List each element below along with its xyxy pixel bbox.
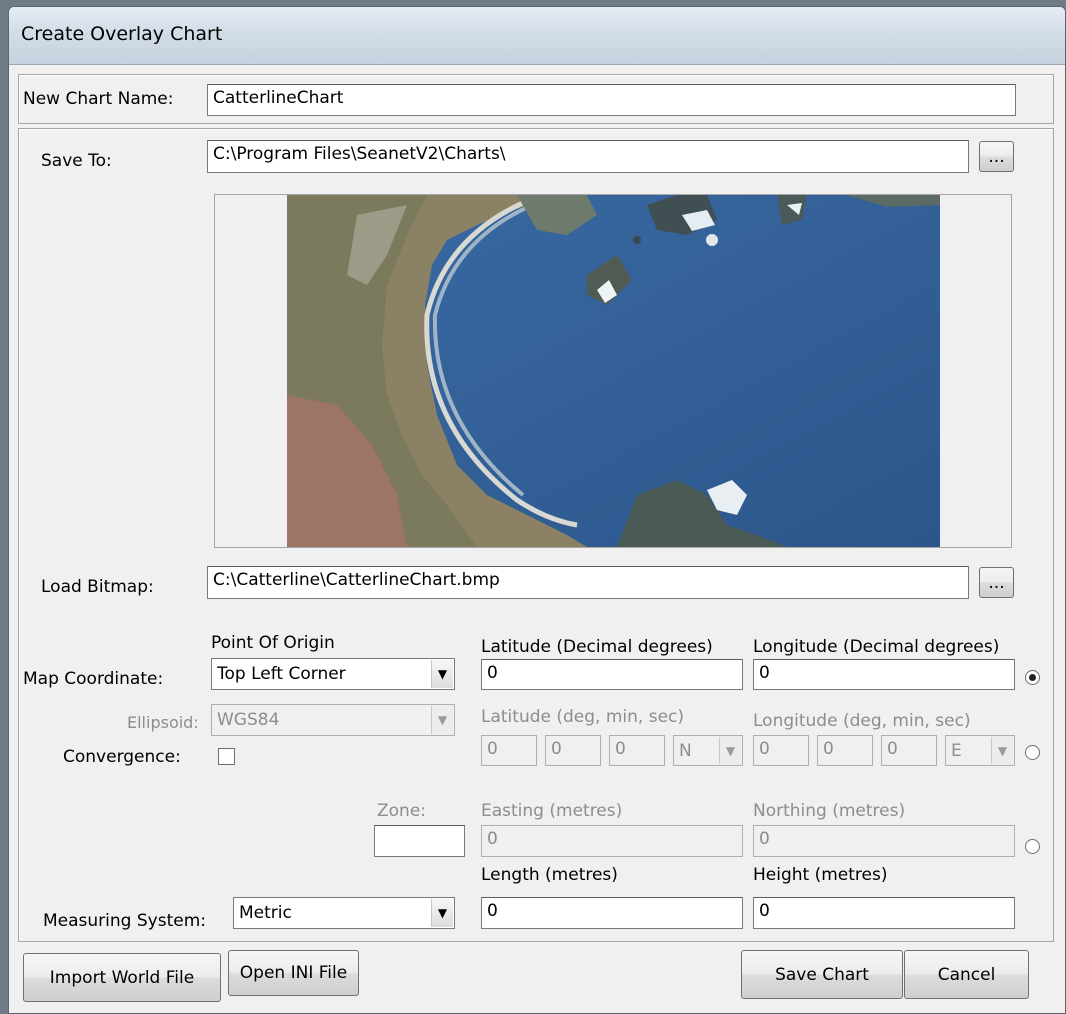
length-header: Length (metres) <box>481 865 618 885</box>
length-input[interactable]: 0 <box>481 897 743 929</box>
zone-input[interactable] <box>374 825 465 857</box>
save-to-label: Save To: <box>41 151 112 171</box>
cancel-label: Cancel <box>937 964 996 985</box>
lat-min-input[interactable]: 0 <box>545 735 601 766</box>
window-title: Create Overlay Chart <box>21 23 223 45</box>
longitude-decimal-input[interactable]: 0 <box>753 659 1015 690</box>
latitude-decimal-header: Latitude (Decimal degrees) <box>481 637 713 657</box>
lon-hemisphere-value: E <box>951 741 962 761</box>
chevron-down-icon: ▼ <box>431 660 453 688</box>
ellipsoid-value: WGS84 <box>217 710 280 730</box>
measuring-system-select[interactable]: Metric ▼ <box>233 897 455 929</box>
height-input[interactable]: 0 <box>753 897 1015 929</box>
import-world-file-label: Import World File <box>49 967 195 988</box>
lat-deg-input[interactable]: 0 <box>481 735 537 766</box>
save-to-browse-button[interactable]: ... <box>979 141 1014 172</box>
chevron-down-icon: ▼ <box>991 737 1013 764</box>
northing-header: Northing (metres) <box>753 801 906 821</box>
cancel-button[interactable]: Cancel <box>904 950 1029 999</box>
easting-header: Easting (metres) <box>481 801 623 821</box>
longitude-dms-header: Longitude (deg, min, sec) <box>753 711 971 731</box>
northing-input[interactable]: 0 <box>753 825 1015 857</box>
zone-label: Zone: <box>377 801 427 821</box>
chart-name-input[interactable]: CatterlineChart <box>207 84 1016 116</box>
utm-radio[interactable] <box>1025 839 1040 854</box>
point-of-origin-select[interactable]: Top Left Corner ▼ <box>211 658 455 690</box>
longitude-decimal-header: Longitude (Decimal degrees) <box>753 637 1000 657</box>
map-coordinate-label: Map Coordinate: <box>23 669 164 689</box>
dms-radio[interactable] <box>1025 745 1040 760</box>
latitude-dms-header: Latitude (deg, min, sec) <box>481 707 685 727</box>
lon-min-input[interactable]: 0 <box>817 735 873 766</box>
chart-name-label: New Chart Name: <box>23 89 174 109</box>
easting-input[interactable]: 0 <box>481 825 743 857</box>
chevron-down-icon: ▼ <box>431 706 453 734</box>
browse-label: ... <box>988 572 1005 593</box>
lat-hemisphere-select[interactable]: N ▼ <box>673 735 743 766</box>
save-to-input[interactable]: C:\Program Files\SeanetV2\Charts\ <box>207 140 969 173</box>
height-header: Height (metres) <box>753 865 888 885</box>
browse-label: ... <box>988 146 1005 167</box>
ellipsoid-select[interactable]: WGS84 ▼ <box>211 704 455 736</box>
convergence-label: Convergence: <box>63 747 181 767</box>
satellite-map-image <box>287 195 940 547</box>
open-ini-file-button[interactable]: Open INI File <box>228 950 359 996</box>
decimal-degrees-radio[interactable] <box>1025 670 1040 685</box>
chevron-down-icon: ▼ <box>719 737 741 764</box>
radio-selected-dot <box>1029 674 1036 681</box>
load-bitmap-browse-button[interactable]: ... <box>979 567 1014 598</box>
ellipsoid-label: Ellipsoid: <box>127 713 199 732</box>
import-world-file-button[interactable]: Import World File <box>23 953 221 1002</box>
latitude-decimal-input[interactable]: 0 <box>481 659 743 690</box>
bitmap-preview <box>214 194 1012 548</box>
measuring-system-value: Metric <box>239 903 292 923</box>
create-overlay-chart-dialog: Create Overlay Chart New Chart Name: Cat… <box>8 6 1066 1014</box>
lon-hemisphere-select[interactable]: E ▼ <box>945 735 1015 766</box>
title-bar[interactable]: Create Overlay Chart <box>9 7 1065 65</box>
measuring-system-label: Measuring System: <box>43 911 206 931</box>
point-of-origin-value: Top Left Corner <box>217 664 346 684</box>
load-bitmap-input[interactable]: C:\Catterline\CatterlineChart.bmp <box>207 566 969 599</box>
lat-hemisphere-value: N <box>679 741 692 761</box>
convergence-checkbox[interactable] <box>218 748 235 765</box>
save-chart-label: Save Chart <box>775 964 869 985</box>
chevron-down-icon: ▼ <box>431 899 453 927</box>
save-chart-button[interactable]: Save Chart <box>741 950 903 999</box>
open-ini-file-label: Open INI File <box>239 963 348 983</box>
point-of-origin-header: Point Of Origin <box>211 633 335 653</box>
lon-sec-input[interactable]: 0 <box>881 735 937 766</box>
load-bitmap-label: Load Bitmap: <box>41 577 154 597</box>
lat-sec-input[interactable]: 0 <box>609 735 665 766</box>
lon-deg-input[interactable]: 0 <box>753 735 809 766</box>
